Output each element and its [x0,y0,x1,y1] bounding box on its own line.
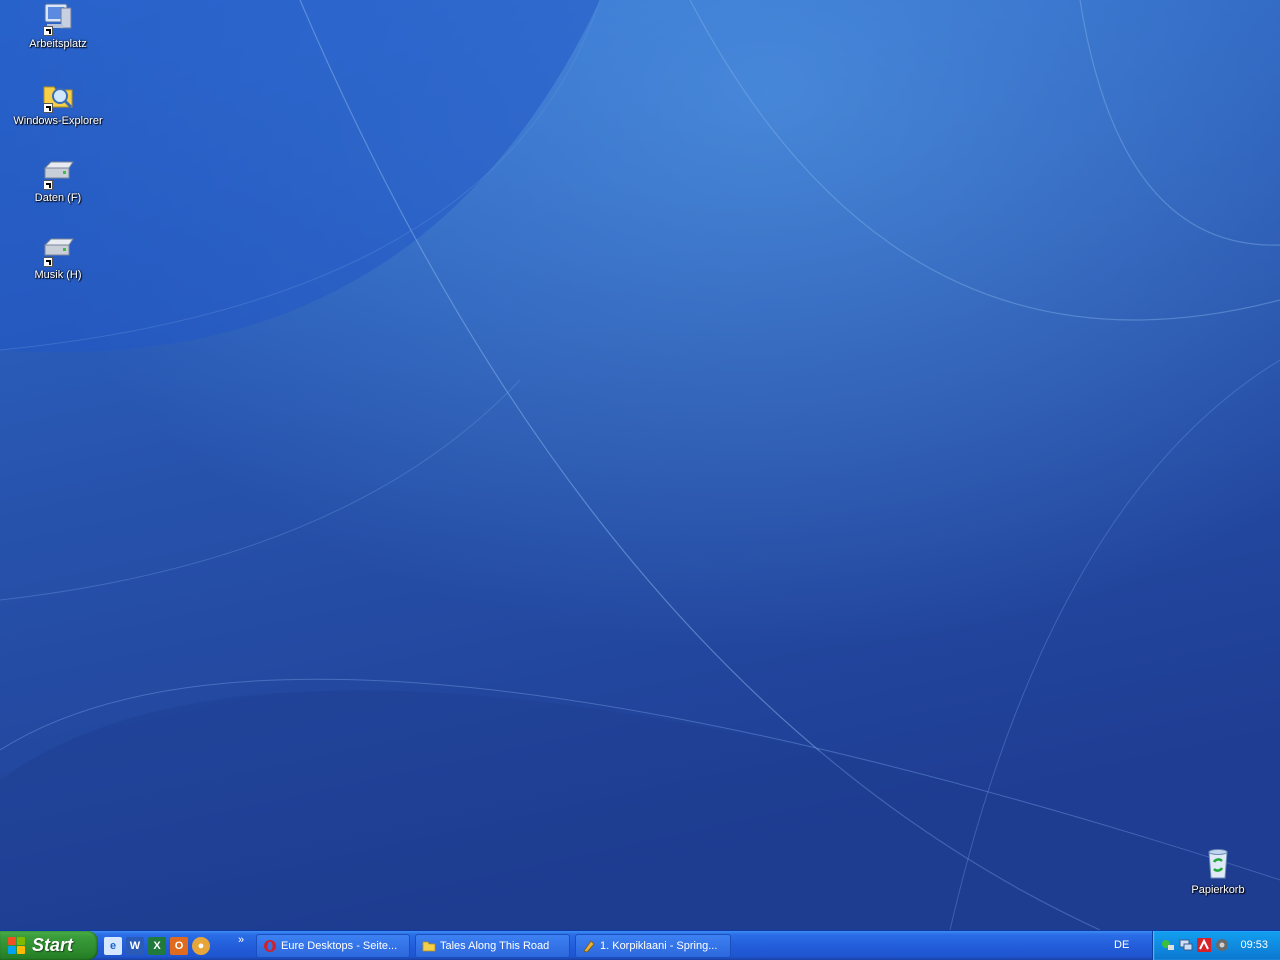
winamp-icon [582,939,596,953]
task-button-folder[interactable]: Tales Along This Road [415,934,570,958]
desktop-icon-musik-h[interactable]: Musik (H) [10,233,106,282]
start-label: Start [32,935,74,955]
quick-launch-bar: e W X O ● [104,935,210,957]
volume-icon[interactable] [1215,938,1229,952]
word-icon[interactable]: W [126,937,144,955]
system-tray: 09:53 [1152,931,1280,960]
desktop-icon-label: Musik (H) [34,269,82,281]
excel-icon[interactable]: X [148,937,166,955]
display-icon[interactable] [1179,938,1193,952]
desktop-icon-label: Daten (F) [34,192,82,204]
quick-launch-more-button[interactable]: » [238,934,244,946]
task-label: Tales Along This Road [440,940,550,952]
shortcut-arrow-icon [43,180,53,190]
drive-icon [41,233,75,267]
my-computer-icon [41,2,75,36]
shortcut-arrow-icon [43,26,53,36]
network-icon[interactable] [1161,938,1175,952]
desktop-icon-windows-explorer[interactable]: Windows-Explorer [10,79,106,128]
shortcut-arrow-icon [43,103,53,113]
antivirus-icon[interactable] [1197,938,1211,952]
task-button-winamp[interactable]: 1. Korpiklaani - Spring... [575,934,731,958]
opera-icon [263,939,277,953]
explorer-icon [41,79,75,113]
task-label: Eure Desktops - Seite... [281,940,398,952]
clock[interactable]: 09:53 [1240,939,1268,951]
ie-icon[interactable]: e [104,937,122,955]
desktop-icon-label: Papierkorb [1191,884,1245,896]
desktop-icon-label: Arbeitsplatz [29,38,87,50]
taskbar: Start e W X O ● » Eure Desktops - Seite.… [0,930,1280,960]
desktop-icon-papierkorb[interactable]: Papierkorb [1170,848,1266,897]
desktop-icon-daten-f[interactable]: Daten (F) [10,156,106,205]
desktop-icon-arbeitsplatz[interactable]: Arbeitsplatz [10,2,106,51]
desktop-icon-label: Windows-Explorer [13,115,103,127]
language-indicator[interactable]: DE [1114,939,1129,951]
task-button-opera[interactable]: Eure Desktops - Seite... [256,934,410,958]
folder-icon [422,939,436,953]
shortcut-arrow-icon [43,257,53,267]
outlook-icon[interactable]: O [170,937,188,955]
drive-icon [41,156,75,190]
recycle-bin-icon [1201,848,1235,882]
media-icon[interactable]: ● [192,937,210,955]
windows-logo-icon [8,936,26,955]
task-label: 1. Korpiklaani - Spring... [600,940,718,952]
start-button[interactable]: Start [0,931,98,960]
desktop-wallpaper [0,0,1280,930]
